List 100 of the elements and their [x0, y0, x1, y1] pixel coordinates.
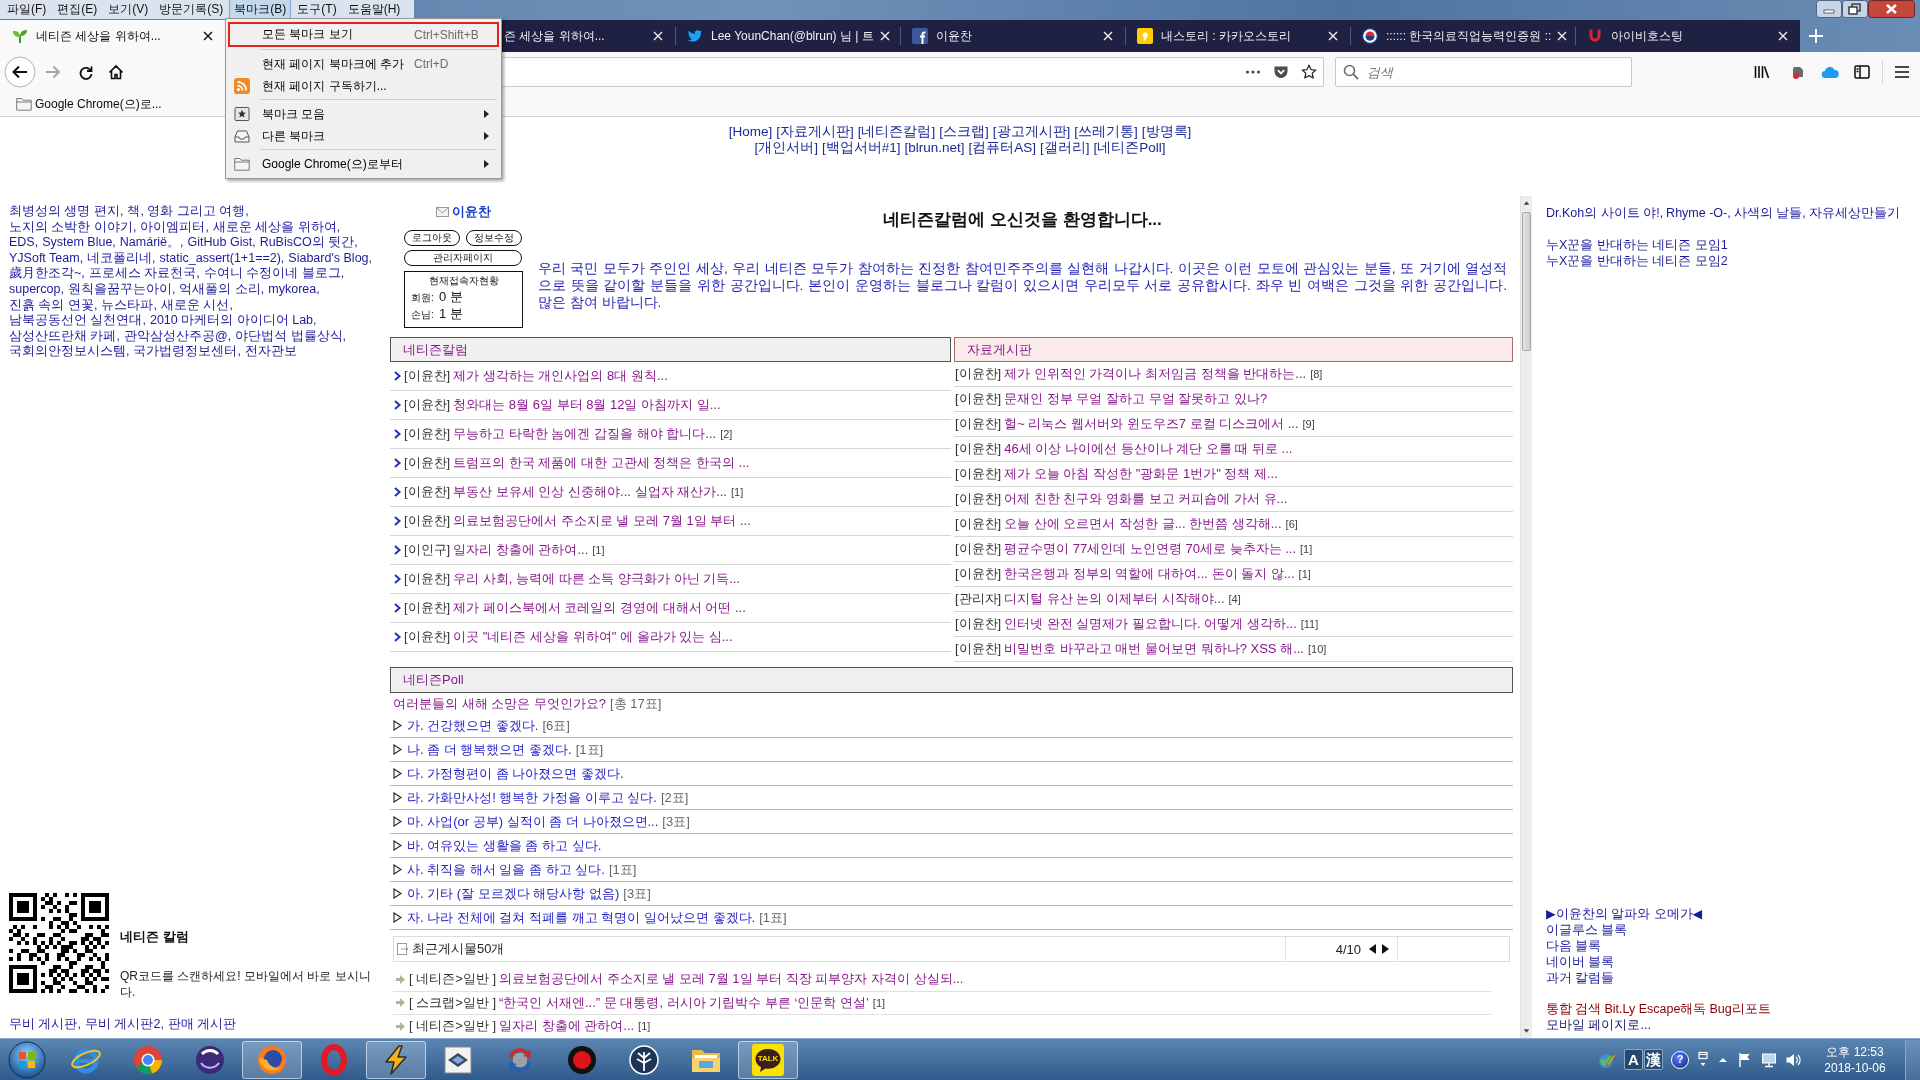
tool-link[interactable]: 통합 검색	[1546, 1001, 1602, 1017]
mobile-link[interactable]: 모바일 페이지로...	[1546, 1017, 1911, 1033]
blog-link[interactable]: 이글루스 블록	[1546, 922, 1911, 938]
blog-link[interactable]: 프로세스 자료천국,	[88, 266, 200, 282]
account-button[interactable]: 로그아웃	[404, 230, 460, 246]
blog-link[interactable]: 새로운 시선,	[160, 297, 233, 314]
start-button[interactable]	[7, 1039, 47, 1080]
post-title-link[interactable]: 한국은행과 정부의 역할에 대하여... 돈이 돌지 않...	[1004, 565, 1295, 583]
tool-link[interactable]: Bit.Ly Escape해독	[1604, 1001, 1707, 1017]
poll-option[interactable]: 사. 취직을 해서 일을 좀 하고 싶다.	[407, 860, 605, 879]
taskbar-button[interactable]	[366, 1040, 426, 1079]
poll-option[interactable]: 마. 사업(or 공부) 실적이 좀 더 나아졌으면...	[407, 812, 659, 831]
menu-entry[interactable]: 북마크 모음	[228, 103, 499, 125]
poll-option[interactable]: 나. 좀 더 행복했으면 좋겠다.	[407, 740, 572, 759]
browser-tab[interactable]: Lee YounChan(@blrun) 님 | 트	[675, 20, 900, 52]
search-field[interactable]: 검색	[1335, 57, 1632, 87]
nav-link[interactable]: [쓰레기통]	[1074, 124, 1138, 140]
menu-entry[interactable]: 모든 북마크 보기 Ctrl+Shift+B	[228, 22, 499, 47]
post-title-link[interactable]: 제가 페이스북에서 코레일의 경영에 대해서 어떤 ...	[453, 599, 746, 617]
clock[interactable]: 오후 12:53 2018-10-06	[1813, 1043, 1897, 1076]
blog-link[interactable]: 네코폴리네,	[87, 250, 156, 267]
blog-link[interactable]: 뉴스타파,	[101, 297, 157, 314]
post-title-link[interactable]: 평균수명이 77세인데 노인연령 70세로 늦추자는 ...	[1004, 540, 1297, 558]
blog-link[interactable]: 국가법령정보센터,	[133, 344, 241, 360]
blog-link[interactable]: 아이엠피터,	[140, 219, 209, 236]
board-link[interactable]: 무비 게시판,	[9, 1016, 81, 1032]
nav-link[interactable]: [백업서버#1]	[821, 140, 901, 156]
badge-icon[interactable]	[1273, 64, 1289, 80]
post-title-link[interactable]: 의료보험공단에서 주소지로 낼 모레 7월 1일 부터 ...	[453, 512, 751, 530]
blog-link[interactable]: 歲月한조각~,	[9, 266, 85, 282]
account-button[interactable]: 관리자페이지	[404, 250, 522, 266]
menu-item[interactable]: 도움말(H)	[342, 0, 406, 20]
blog-link[interactable]: 네이버 블록	[1546, 954, 1911, 970]
post-title-link[interactable]: 일자리 창출에 관하여...	[453, 541, 589, 559]
blog-link[interactable]: 과거 칼럼들	[1546, 970, 1911, 986]
library-icon[interactable]	[1754, 64, 1770, 80]
post-title-link[interactable]: 46세 이상 나이에선 등산이나 계단 오를 때 뒤로 ...	[1004, 440, 1293, 458]
nav-link[interactable]: [방명록]	[1141, 124, 1192, 140]
reload-icon[interactable]	[78, 64, 94, 80]
blog-link[interactable]: 노지의 소박한 이야기,	[9, 219, 137, 236]
nav-link[interactable]: [개인서버]	[754, 140, 818, 156]
back-icon[interactable]	[4, 56, 36, 88]
post-title-link[interactable]: 디지털 유산 논의 이제부터 시작해야...	[1004, 590, 1225, 608]
tool-link[interactable]: Bug리포트	[1709, 1001, 1771, 1017]
help-icon[interactable]: ?	[1671, 1050, 1689, 1069]
menu-entry[interactable]: 다른 북마크	[228, 125, 499, 147]
blog-link[interactable]: YJSoft Team,	[9, 250, 84, 267]
post-title-link[interactable]: 청와대는 8월 6일 부터 8월 12일 아침까지 일...	[453, 396, 721, 414]
nav-link[interactable]: [Home]	[728, 124, 773, 140]
close-icon[interactable]	[203, 31, 213, 41]
menu-item[interactable]: 도구(T)	[292, 0, 342, 20]
menu-item[interactable]: 보기(V)	[103, 0, 154, 20]
menu-entry[interactable]: 현재 페이지 북마크에 추가 Ctrl+D	[228, 53, 499, 75]
account-button[interactable]: 정보수정	[466, 230, 522, 246]
scrollbar[interactable]	[1520, 196, 1532, 1038]
left-triangle-icon[interactable]	[1369, 944, 1377, 954]
blog-link[interactable]: 최병성의 생명 편지,	[9, 204, 124, 220]
browser-tab[interactable]: 내스토리 : 카카오스토리	[1125, 20, 1350, 52]
site-link[interactable]: 자유세상만들기	[1808, 205, 1900, 222]
nav-link[interactable]: [컴퓨터AS]	[968, 140, 1037, 156]
menu-entry[interactable]: Google Chrome(으)로부터	[228, 153, 499, 175]
menu-item[interactable]: 파일(F)	[2, 0, 52, 20]
site-link[interactable]: Dr.Koh의 사이트 야!,	[1546, 205, 1664, 222]
close-window-button[interactable]	[1868, 0, 1915, 18]
post-title-link[interactable]: 제가 인위적인 가격이나 최저임금 정책을 반대하는...	[1004, 365, 1307, 383]
post-title-link[interactable]: 제가 오늘 아침 작성한 "광화문 1번가" 정책 제...	[1004, 465, 1278, 483]
blog-link[interactable]: 관악삼성산주공@,	[123, 328, 232, 345]
blog-link[interactable]: 남북공동선언 실천연대,	[9, 313, 146, 329]
blog-link[interactable]: supercop,	[9, 281, 64, 298]
sidebar-icon[interactable]	[1854, 64, 1870, 80]
blog-link[interactable]: 원칙을꿈꾸는아이,	[67, 281, 176, 298]
nav-link[interactable]: [자료게시판]	[776, 124, 854, 140]
blog-link[interactable]: 새로운 세상을 위하여,	[212, 219, 341, 236]
blog-link[interactable]: Namárië。,	[119, 235, 184, 251]
home-icon[interactable]	[108, 64, 124, 80]
post-title-link[interactable]: 우리 사회, 능력에 따른 소득 양극화가 아닌 기득...	[453, 570, 740, 588]
browser-tab[interactable]: 네티즌 세상을 위하여...	[0, 20, 225, 52]
browser-tab[interactable]: 이윤찬	[900, 20, 1125, 52]
blog-link[interactable]: 책, 영화 그리고 여행,	[127, 204, 249, 220]
poll-option[interactable]: 가. 건강했으면 좋겠다.	[407, 716, 539, 735]
input-indicator[interactable]: 漢	[1644, 1049, 1663, 1070]
post-title-link[interactable]: 의료보험공단에서 주소지로 낼 모레 7월 1일 부터 직장 피부양자 자격이 상실되...	[499, 970, 964, 989]
nav-link[interactable]: [스크랩]	[939, 124, 989, 140]
blog-link[interactable]: 다음 블록	[1546, 938, 1911, 954]
plus-icon[interactable]	[1808, 28, 1824, 44]
post-title-link[interactable]: 문재인 정부 무얼 잘하고 무얼 잘못하고 있나?	[1004, 390, 1268, 408]
group-link[interactable]: 누X꾼을 반대하는 네티즌 모임1	[1546, 236, 1911, 253]
nav-link[interactable]: [blrun.net]	[904, 140, 965, 156]
menu-item[interactable]: 방문기록(S)	[154, 0, 229, 20]
nav-link[interactable]: [광고게시판]	[992, 124, 1071, 140]
post-title-link[interactable]: 오늘 산에 오르면서 작성한 글... 한번쯤 생각해...	[1004, 515, 1282, 533]
post-title-link[interactable]: 부동산 보유세 인상 신중해야... 실업자 재산가...	[453, 483, 727, 501]
blog-link[interactable]: RuBisCO의 뒷간,	[259, 235, 358, 251]
blog-link[interactable]: EDS,	[9, 235, 39, 251]
post-title-link[interactable]: 제가 생각하는 개인사업의 8대 원칙...	[453, 367, 668, 385]
site-link[interactable]: 사색의 날들,	[1733, 205, 1806, 222]
blog-link[interactable]: 수여니 수정이네 블로그,	[203, 266, 345, 282]
blog-link[interactable]: 삼성산뜨란채 카페,	[9, 328, 120, 345]
blog-link[interactable]: System Blue,	[42, 235, 116, 251]
poll-option[interactable]: 아. 기타 (잘 모르겠다 해당사항 없음)	[407, 884, 620, 903]
